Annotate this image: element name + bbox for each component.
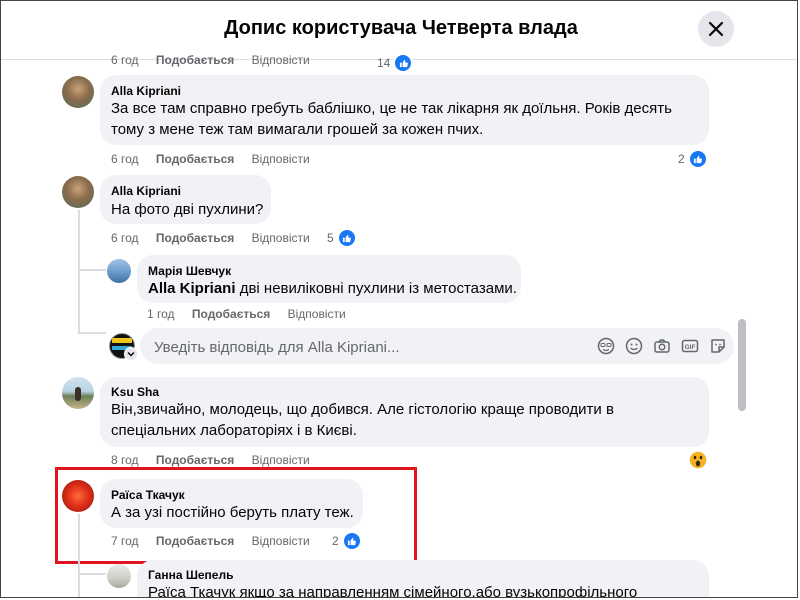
comment-bubble: Alla Kipriani За все там справно гребуть… [100,75,709,145]
close-button[interactable] [698,11,734,47]
comment-meta: 6 год Подобається Відповісти [111,152,310,166]
emoji-icon[interactable] [624,336,644,356]
avatar[interactable] [62,480,94,512]
reply-text: Alla Kipriani дві невиліковні пухлини із… [148,278,517,299]
thread-branch [78,573,106,575]
comment-bubble: Alla Kipriani На фото дві пухлини? [100,175,271,224]
reply-link[interactable]: Відповісти [252,53,310,67]
like-icon [336,228,357,248]
mention-link[interactable]: Alla Kipriani [148,280,236,297]
avatar[interactable] [62,377,94,409]
comment-meta: 7 год Подобається Відповісти [111,534,310,548]
reaction-count[interactable]: 14 [377,53,414,73]
svg-text:GIF: GIF [685,344,696,351]
dialog-title: Допис користувача Четверта влада [224,17,578,39]
reaction-number: 2 [332,534,339,548]
reaction-count[interactable]: 2 [678,149,708,169]
comment-text-line: спеціальних лабораторіях і в Києві. [111,422,357,439]
like-icon [687,149,708,169]
reaction-number: 2 [678,152,685,166]
avatar[interactable] [62,176,94,208]
comment-text-line: Він,звичайно, молодець, що добився. Але … [111,401,614,418]
like-link[interactable]: Подобається [156,534,234,548]
thread-line [78,210,80,334]
like-link[interactable]: Подобається [192,307,270,321]
comment-text: А за узі постійно беруть плату теж. [111,504,354,521]
post-dialog: Допис користувача Четверта влада 6 год П… [0,0,798,598]
camera-icon[interactable] [652,336,672,356]
comment-bubble: Ksu Sha Він,звичайно, молодець, що добив… [100,377,709,447]
comment-text-line: За все там справно гребуть баблішко, це … [111,100,672,117]
like-link[interactable]: Подобається [156,453,234,467]
wow-emoji-icon[interactable] [688,450,708,470]
thread-line [78,514,80,597]
comment-time[interactable]: 7 год [111,534,139,548]
comment-meta: 8 год Подобається Відповісти [111,453,310,467]
avatar-figure [75,387,81,401]
like-icon [341,531,362,551]
reply-bubble: Марія Шевчук Alla Kipriani дві невиліков… [137,255,521,303]
thread-branch [78,332,106,334]
comment-author[interactable]: Ksu Sha [111,385,159,399]
comment-time[interactable]: 6 год [111,152,139,166]
reaction-number: 14 [377,56,391,70]
reply-text: Раїса Ткачук якщо за направленням сімейн… [148,584,638,598]
reaction-count[interactable]: 2 [332,531,362,551]
reply-link[interactable]: Відповісти [252,152,310,166]
reaction-number: 5 [327,231,334,245]
like-link[interactable]: Подобається [156,152,234,166]
reply-input[interactable] [152,328,586,366]
reply-time[interactable]: 1 год [147,307,175,321]
reply-input-box: GIF [140,328,734,366]
comment-bubble: Раїса Ткачук А за узі постійно беруть пл… [100,479,363,528]
reply-link[interactable]: Відповісти [252,534,310,548]
close-icon [708,21,724,37]
comment-meta: 6 год Подобається Відповісти [111,53,310,67]
comment-time[interactable]: 6 год [111,53,139,67]
reply-meta: 1 год Подобається Відповісти [147,307,346,321]
comment-text: На фото дві пухлини? [111,201,264,218]
reply-link[interactable]: Відповісти [288,307,346,321]
comment-meta: 6 год Подобається Відповісти [111,231,310,245]
comment-author[interactable]: Раїса Ткачук [111,488,185,502]
reply-link[interactable]: Відповісти [252,453,310,467]
avatar[interactable] [107,564,131,588]
avatar[interactable] [107,259,131,283]
gif-icon[interactable]: GIF [680,336,700,356]
reply-author[interactable]: Марія Шевчук [148,264,231,278]
comment-text-line: тому з мене теж там вимагали грошей за к… [111,121,484,138]
sticker-icon[interactable] [708,336,728,356]
comment-time[interactable]: 6 год [111,231,139,245]
reply-text-body: дві невиліковні пухлини із метостазами. [239,280,517,297]
avatar-stripe [112,338,132,343]
comment-author[interactable]: Alla Kipriani [111,84,181,98]
like-icon [393,53,414,73]
comment-author[interactable]: Alla Kipriani [111,184,181,198]
reply-link[interactable]: Відповісти [252,231,310,245]
avatar[interactable] [62,76,94,108]
reaction-count[interactable]: 5 [327,228,357,248]
thread-branch [78,269,106,271]
like-link[interactable]: Подобається [156,231,234,245]
reply-bubble: Ганна Шепель Раїса Ткачук якщо за направ… [137,560,709,598]
avatar-sticker-icon[interactable] [596,336,616,356]
comment-time[interactable]: 8 год [111,453,139,467]
reply-author[interactable]: Ганна Шепель [148,568,233,582]
scrollbar[interactable] [738,319,746,411]
like-link[interactable]: Подобається [156,53,234,67]
chevron-down-icon[interactable] [124,347,138,361]
